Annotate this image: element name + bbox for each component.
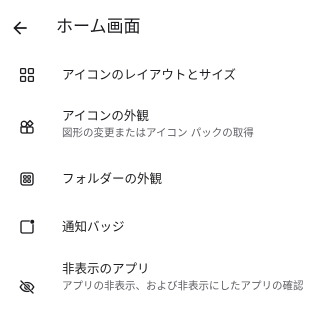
settings-item-title: アイコンのレイアウトとサイズ (62, 67, 237, 82)
settings-item-hidden-apps[interactable]: 非表示のアプリ アプリの非表示、および非表示にしたアプリの確認 (0, 256, 320, 320)
arrow-back-icon (13, 21, 27, 35)
settings-item-subtitle: アプリの非表示、および非表示にしたアプリの確認 (62, 280, 304, 292)
folder-grid-icon (18, 170, 36, 188)
eye-off-icon (18, 278, 36, 296)
settings-item-folder-appearance[interactable]: フォルダーの外観 (0, 160, 320, 200)
settings-item-icon-layout[interactable]: アイコンのレイアウトとサイズ (0, 56, 320, 96)
settings-item-title: 通知バッジ (62, 219, 125, 234)
shapes-icon (18, 118, 36, 136)
settings-item-title: 非表示のアプリ (62, 261, 150, 276)
settings-item-title: フォルダーの外観 (62, 171, 163, 186)
grid-layout-icon (18, 66, 36, 84)
app-bar: ホーム画面 (0, 0, 320, 56)
home-screen-settings: ホーム画面 アイコンのレイアウトとサイズ アイコンの外観 図形の変更またはアイコ… (0, 0, 320, 320)
settings-item-title: アイコンの外観 (62, 108, 149, 123)
settings-item-icon-appearance[interactable]: アイコンの外観 図形の変更またはアイコン パックの取得 (0, 100, 320, 152)
settings-item-notification-badges[interactable]: 通知バッジ (0, 208, 320, 248)
page-title: ホーム画面 (56, 17, 141, 37)
back-button[interactable] (10, 18, 30, 38)
notification-badge-icon (18, 218, 36, 236)
settings-item-subtitle: 図形の変更またはアイコン パックの取得 (62, 127, 254, 139)
